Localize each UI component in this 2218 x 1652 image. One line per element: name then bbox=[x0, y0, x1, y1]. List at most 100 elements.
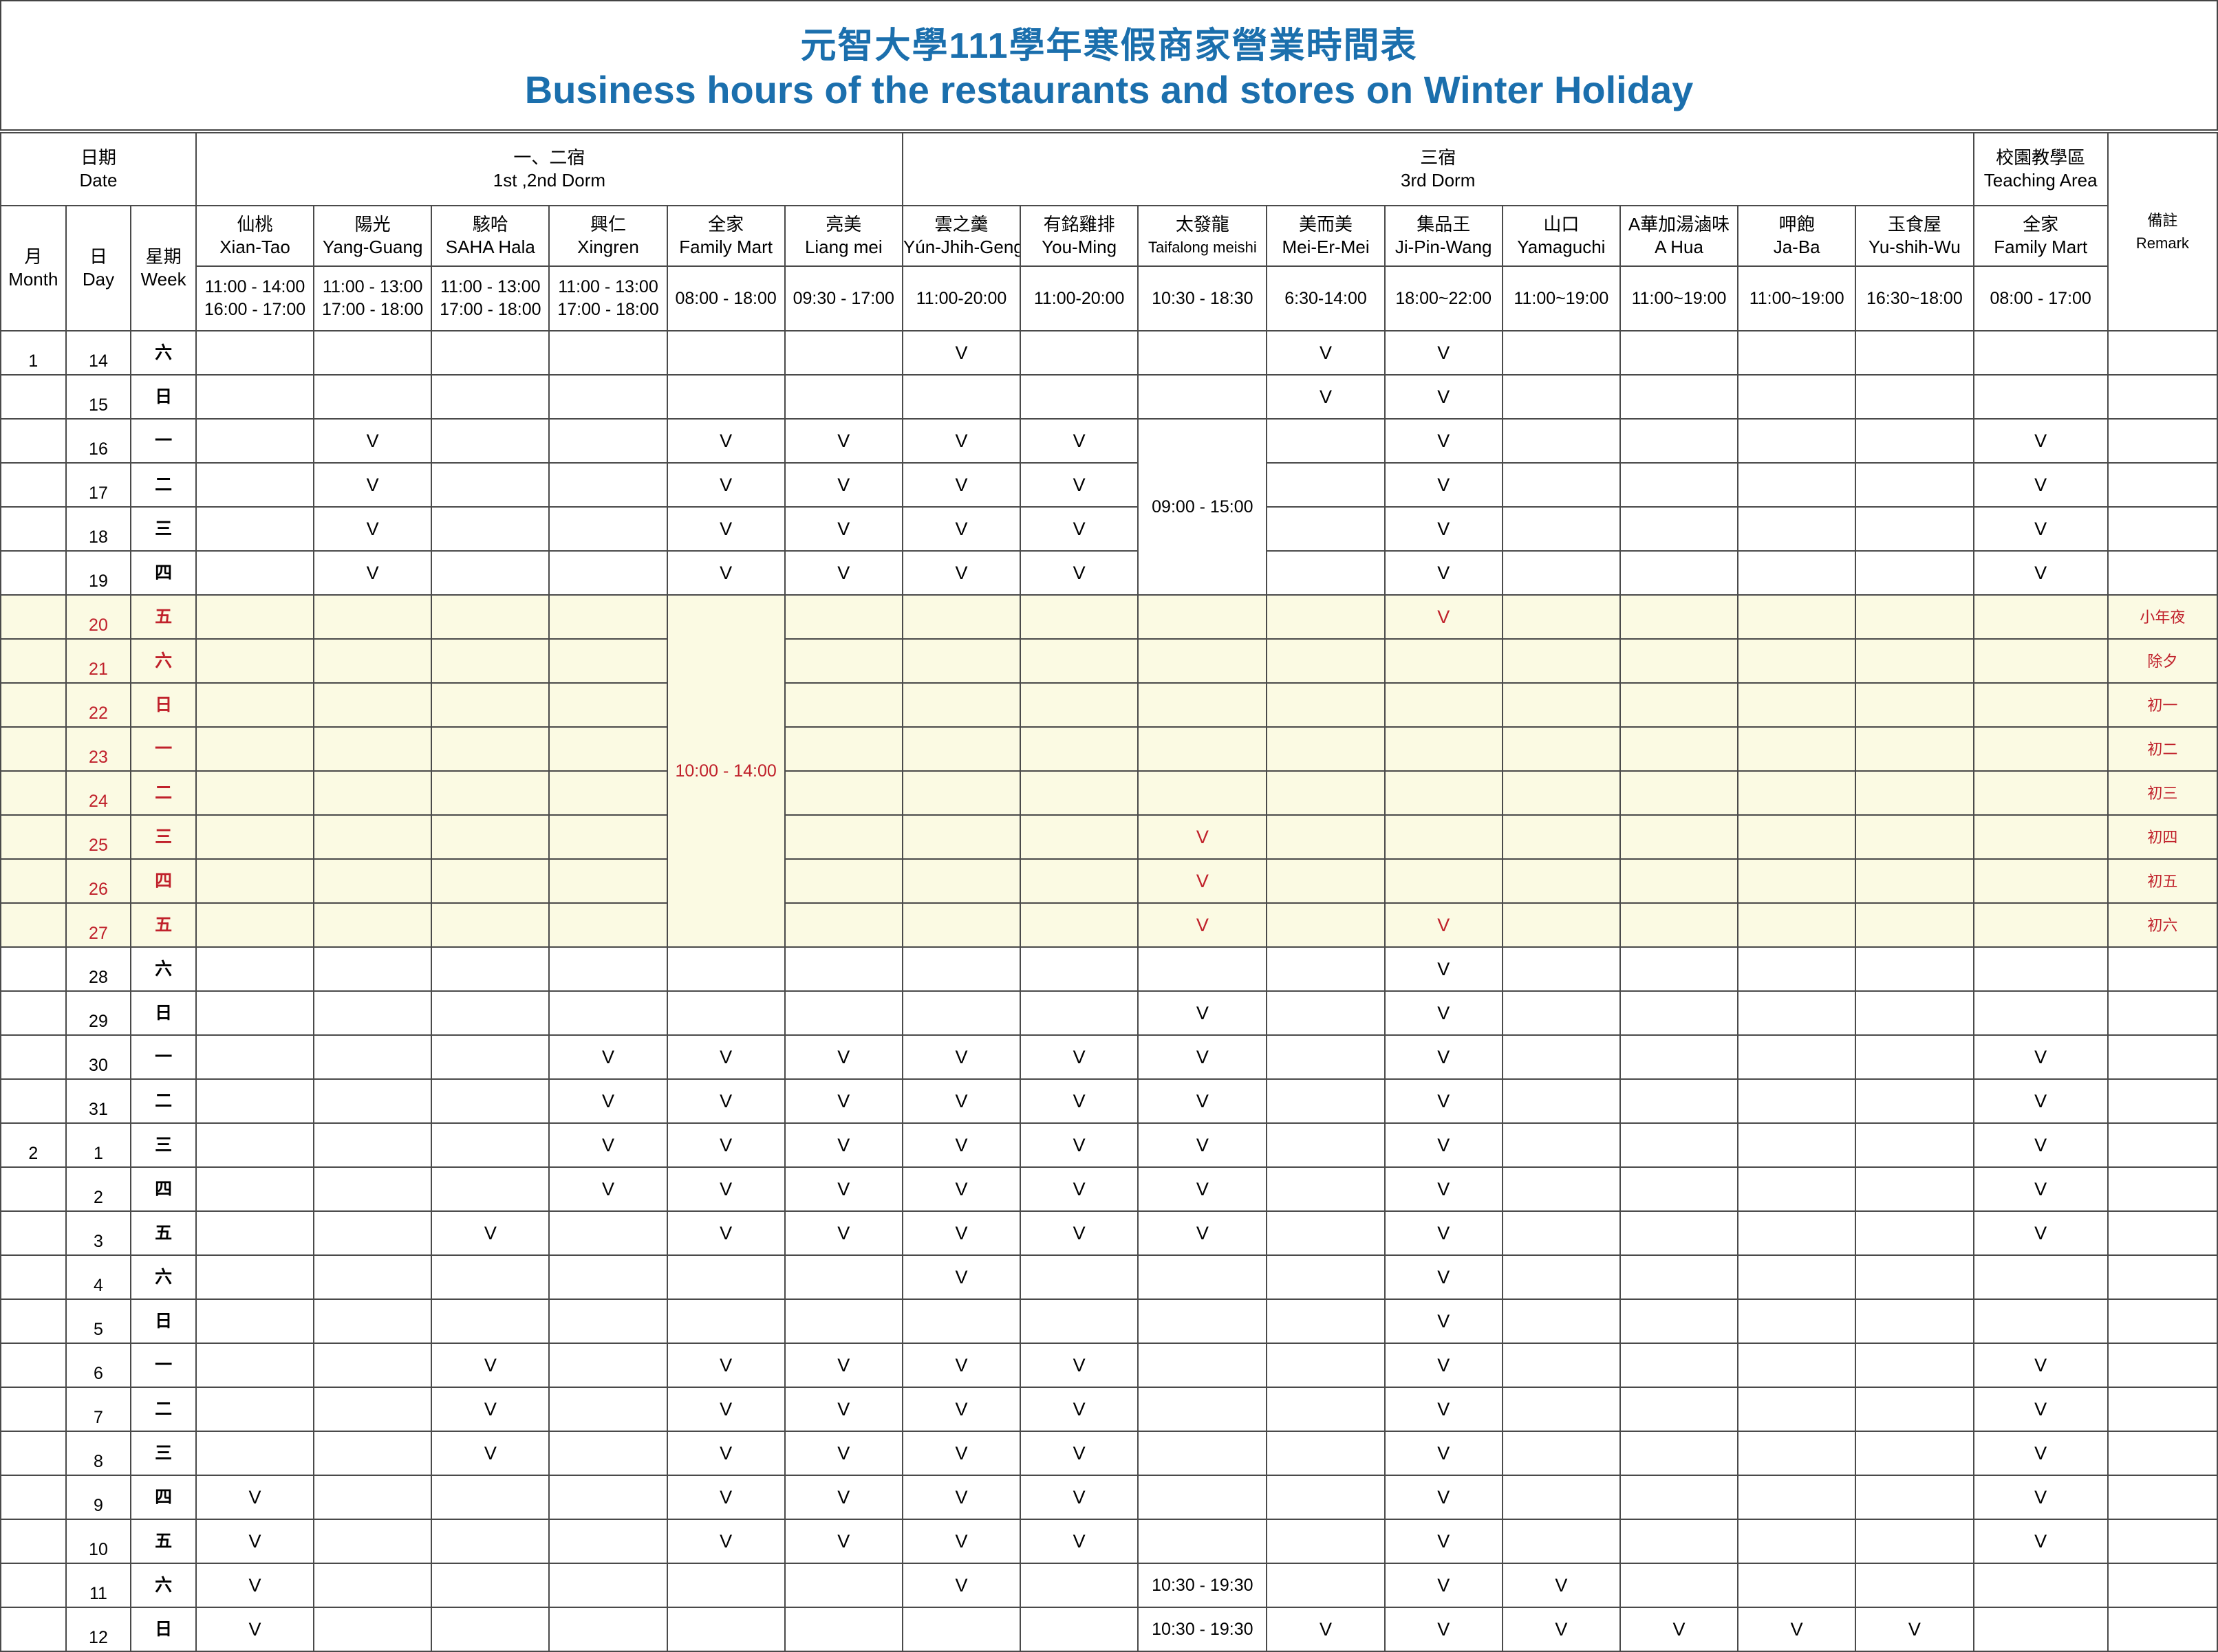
table-row: 7二VVVVVVV bbox=[0, 1387, 2218, 1432]
open-check-mark: V bbox=[1383, 1431, 1503, 1476]
store-hours-line: 6:30-14:00 bbox=[1284, 288, 1367, 308]
schedule-cell bbox=[901, 770, 1022, 816]
schedule-cell bbox=[1266, 726, 1386, 772]
open-check-mark: V bbox=[313, 462, 433, 508]
schedule-cell bbox=[1619, 682, 1739, 728]
remark-cell: 初五 bbox=[2107, 858, 2218, 904]
open-check-mark: V bbox=[901, 1078, 1022, 1124]
schedule-cell bbox=[548, 594, 668, 640]
schedule-cell bbox=[1972, 814, 2109, 860]
month-cell bbox=[0, 550, 67, 596]
schedule-cell bbox=[1137, 594, 1268, 640]
schedule-cell bbox=[1972, 726, 2109, 772]
schedule-cell bbox=[313, 1254, 433, 1300]
day-cell: 10 bbox=[65, 1519, 132, 1564]
schedule-cell bbox=[1972, 1607, 2109, 1652]
day-cell: 8 bbox=[65, 1431, 132, 1476]
weekday-cell: 四 bbox=[130, 550, 197, 596]
store-name-en: You-Ming bbox=[1042, 237, 1117, 257]
remark-cell bbox=[2107, 1431, 2218, 1476]
store-hours-line: 11:00~19:00 bbox=[1749, 288, 1844, 308]
open-check-mark: V bbox=[666, 1122, 786, 1168]
teaching-group-header: 校園教學區 Teaching Area bbox=[1972, 132, 2109, 206]
schedule-cell bbox=[1619, 1166, 1739, 1212]
schedule-cell bbox=[1972, 1298, 2109, 1344]
remark-cell: 初四 bbox=[2107, 814, 2218, 860]
schedule-cell bbox=[313, 638, 433, 684]
day-cell: 12 bbox=[65, 1607, 132, 1652]
open-check-mark: V bbox=[666, 462, 786, 508]
schedule-cell bbox=[195, 946, 315, 992]
day-cell: 26 bbox=[65, 858, 132, 904]
schedule-cell bbox=[313, 770, 433, 816]
open-check-mark: V bbox=[431, 1387, 550, 1432]
remark-cell bbox=[2107, 506, 2218, 552]
schedule-cell bbox=[431, 418, 550, 464]
teaching-group-line: 校園教學區 bbox=[1996, 147, 2086, 168]
schedule-cell bbox=[313, 1034, 433, 1080]
day-cell: 29 bbox=[65, 990, 132, 1036]
open-check-mark: V bbox=[666, 550, 786, 596]
remark-header-line: Remark bbox=[2135, 235, 2189, 252]
store-hours-header: 11:00 - 13:00 17:00 - 18:00 bbox=[313, 265, 433, 332]
open-check-mark: V bbox=[1020, 1210, 1139, 1256]
open-check-mark: V bbox=[1266, 374, 1386, 420]
schedule-cell bbox=[1619, 990, 1739, 1036]
store-name-zh: A華加湯滷味 bbox=[1628, 214, 1730, 235]
table-row: 6一VVVVVVV bbox=[0, 1343, 2218, 1388]
open-check-mark: V bbox=[1020, 1122, 1139, 1168]
open-check-mark: V bbox=[784, 1519, 903, 1564]
schedule-cell bbox=[1855, 726, 1974, 772]
month-cell bbox=[0, 1343, 67, 1388]
schedule-cell bbox=[784, 594, 903, 640]
schedule-cell bbox=[1137, 946, 1268, 992]
schedule-cell bbox=[1619, 1387, 1739, 1432]
open-check-mark: V bbox=[1972, 550, 2109, 596]
open-check-mark: V bbox=[1020, 462, 1139, 508]
schedule-cell bbox=[1619, 858, 1739, 904]
schedule-cell bbox=[1972, 374, 2109, 420]
table-row: 17 二 V V V V V V V bbox=[0, 462, 2218, 508]
day-cell: 17 bbox=[65, 462, 132, 508]
schedule-cell bbox=[1266, 1431, 1386, 1476]
schedule-cell bbox=[1619, 902, 1739, 948]
schedule-cell bbox=[313, 1298, 433, 1344]
open-check-mark: V bbox=[901, 1343, 1022, 1388]
schedule-cell bbox=[1383, 858, 1503, 904]
month-cell bbox=[0, 1298, 67, 1344]
schedule-cell bbox=[548, 1387, 668, 1432]
taifalong-hours-cell: 10:30 - 19:30 bbox=[1137, 1563, 1268, 1608]
open-check-mark: V bbox=[1383, 1166, 1503, 1212]
store-name-zh: 太發龍 bbox=[1175, 214, 1229, 235]
store-hours-line: 11:00~19:00 bbox=[1631, 288, 1727, 308]
open-check-mark: V bbox=[1383, 1563, 1503, 1608]
schedule-cell bbox=[548, 682, 668, 728]
store-hours-header: 11:00 - 13:00 17:00 - 18:00 bbox=[431, 265, 550, 332]
open-check-mark: V bbox=[666, 1343, 786, 1388]
schedule-cell bbox=[1137, 1387, 1268, 1432]
schedule-cell bbox=[431, 726, 550, 772]
schedule-cell bbox=[1137, 374, 1268, 420]
schedule-cell bbox=[1737, 1122, 1857, 1168]
schedule-cell bbox=[1501, 1078, 1621, 1124]
family-mart-holiday-span: 10:00 - 14:00 bbox=[666, 594, 786, 948]
open-check-mark: V bbox=[1137, 1034, 1268, 1080]
schedule-cell bbox=[1737, 594, 1857, 640]
schedule-cell bbox=[548, 1519, 668, 1564]
schedule-cell bbox=[1266, 638, 1386, 684]
month-cell bbox=[0, 374, 67, 420]
schedule-cell bbox=[1855, 462, 1974, 508]
schedule-cell bbox=[1501, 726, 1621, 772]
weekday-cell: 日 bbox=[130, 374, 197, 420]
month-cell bbox=[0, 506, 67, 552]
schedule-cell bbox=[1972, 1254, 2109, 1300]
schedule-cell bbox=[1619, 1519, 1739, 1564]
schedule-cell bbox=[195, 726, 315, 772]
date-column-line: Month bbox=[8, 269, 58, 290]
open-check-mark: V bbox=[901, 1519, 1022, 1564]
open-check-mark: V bbox=[901, 1475, 1022, 1520]
weekday-cell: 二 bbox=[130, 770, 197, 816]
page-title-en: Business hours of the restaurants and st… bbox=[524, 68, 1694, 111]
month-cell bbox=[0, 462, 67, 508]
table-row: 22 日 初一 bbox=[0, 682, 2218, 728]
